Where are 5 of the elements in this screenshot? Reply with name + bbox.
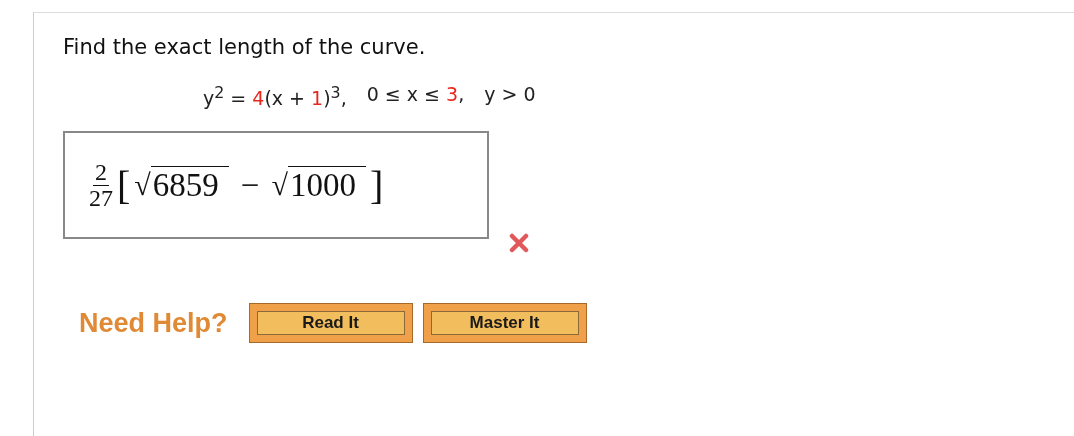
help-button[interactable]: Master It: [422, 303, 587, 344]
help-button[interactable]: Read It: [248, 303, 413, 344]
equation: y$^{2}$ = 4(x + 1)$^{3}$, 0 ≤ x ≤ 3, y > 0: [203, 83, 537, 110]
question-text: Find the exact length of the curve.: [63, 35, 427, 59]
need-help-label: Need Help?: [79, 307, 228, 339]
